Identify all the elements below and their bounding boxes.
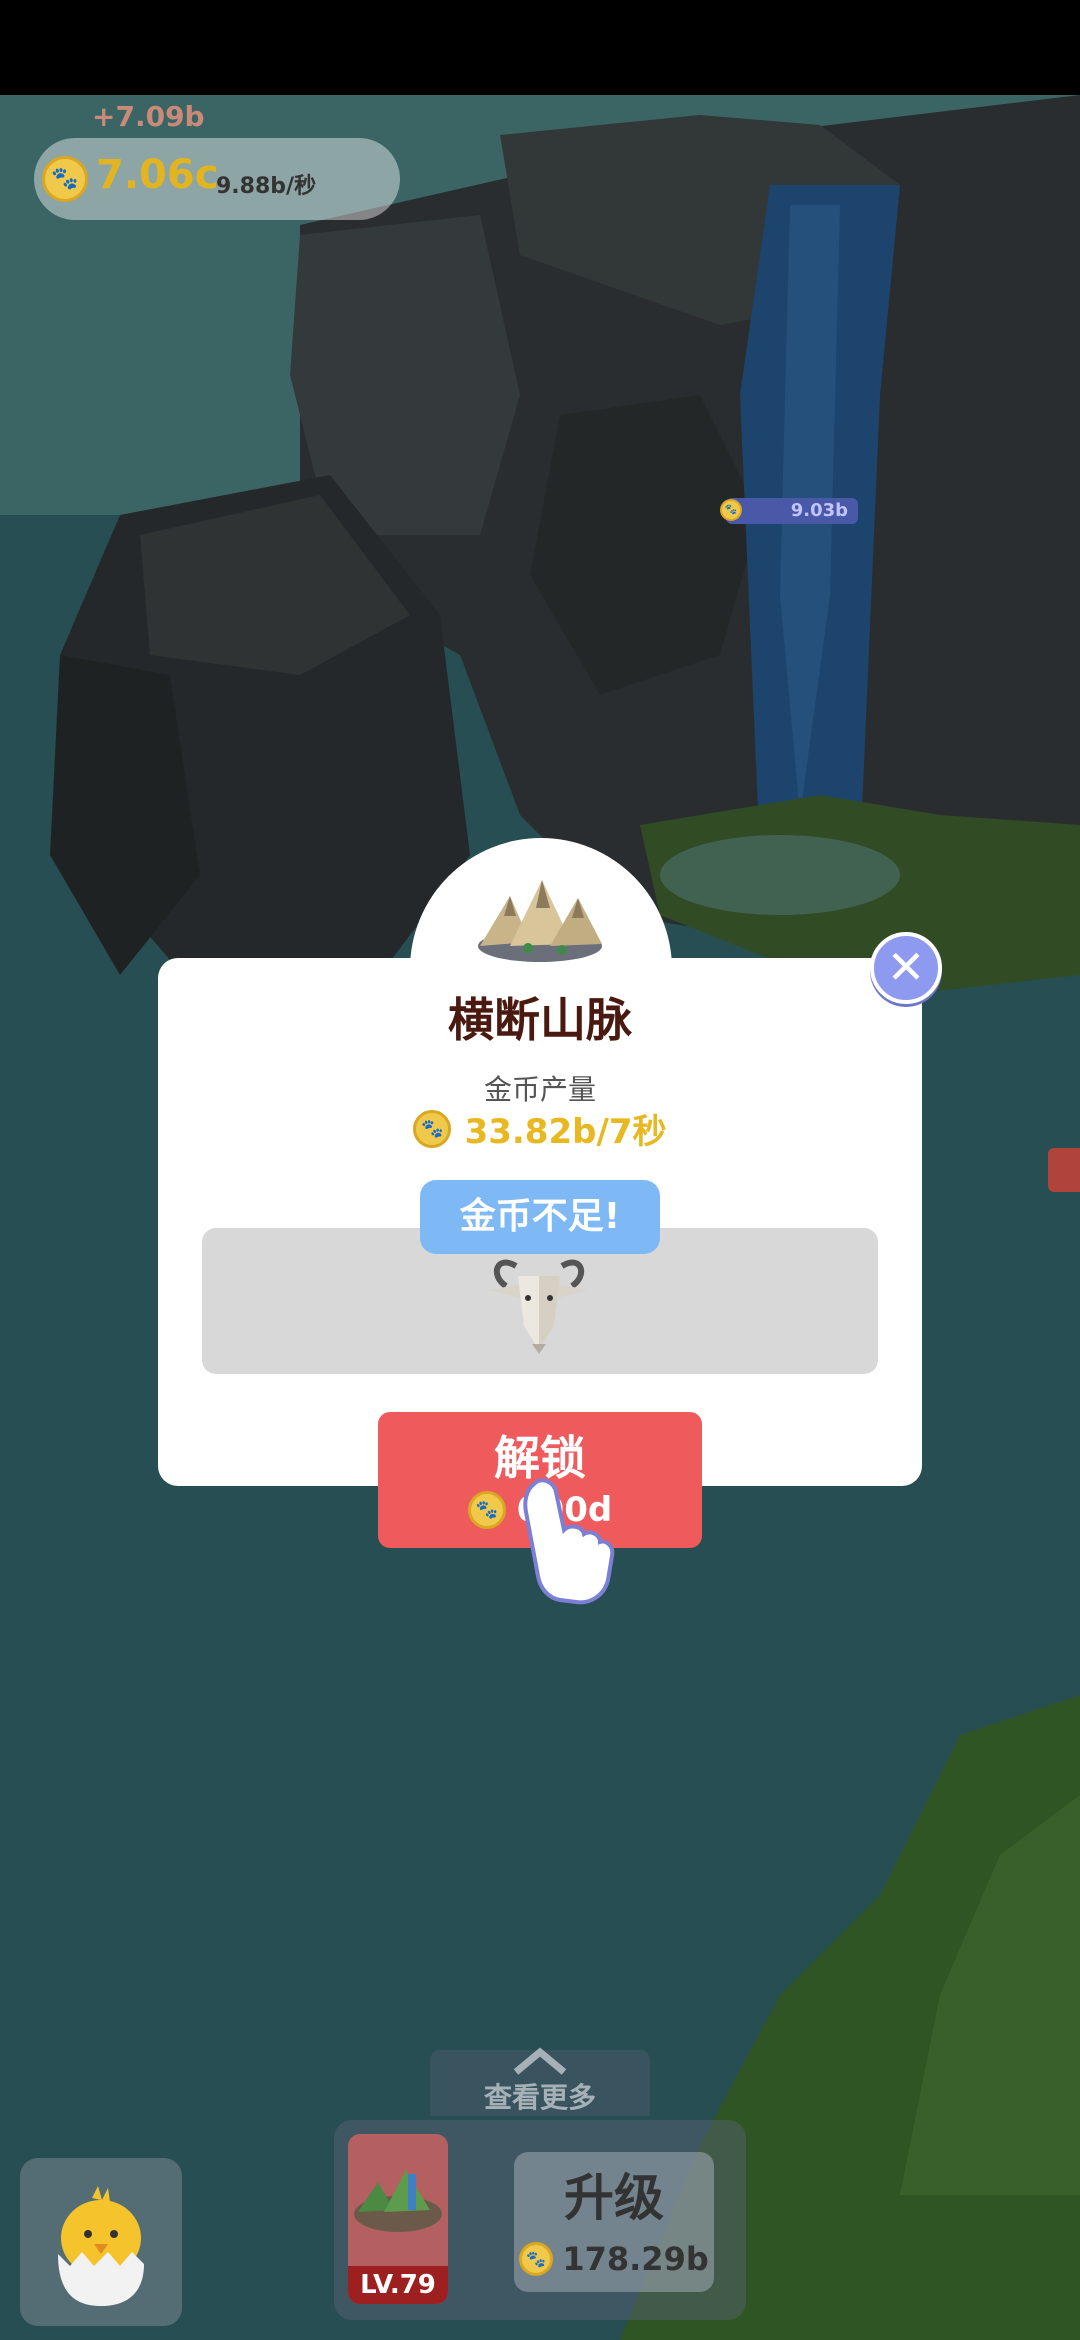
gift-icon[interactable] xyxy=(1048,1148,1080,1192)
waterfall-income-bar: 9.03b xyxy=(720,498,858,524)
chevron-up-icon xyxy=(513,2047,567,2075)
modal-title: 横断山脉 xyxy=(448,993,632,1047)
upgrade-button[interactable]: 升级 178.29b xyxy=(514,2152,714,2292)
see-more-tab[interactable]: 查看更多 xyxy=(430,2047,650,2116)
upgrade-price-row: 178.29b xyxy=(514,2240,714,2278)
coin-icon xyxy=(467,1491,506,1529)
see-more-label: 查看更多 xyxy=(483,2081,596,2114)
upgrade-label: 升级 xyxy=(564,2169,664,2227)
coin-icon xyxy=(42,156,88,202)
coin-balance-pill: 7.06c 9.88b/秒 xyxy=(34,138,400,220)
level-badge: LV.79 xyxy=(348,2266,448,2304)
coin-icon xyxy=(720,499,742,521)
coin-icon xyxy=(413,1109,452,1148)
coin-rate: 9.88b/秒 xyxy=(216,174,317,199)
island-icon xyxy=(354,2170,442,2232)
yield-row: 33.82b/7秒 xyxy=(158,1104,922,1152)
yield-label: 金币产量 xyxy=(483,1073,596,1106)
upgrade-price: 178.29b xyxy=(562,2240,709,2278)
status-bar xyxy=(0,0,1080,95)
insufficient-coins-toast: 金币不足! xyxy=(420,1180,660,1254)
mountain-range-icon xyxy=(478,880,602,962)
coin-total: 7.06c xyxy=(96,152,219,198)
waterfall-income-value: 9.03b xyxy=(790,500,848,521)
pointing-hand-icon xyxy=(523,1478,615,1605)
chick-in-egg-icon xyxy=(58,2186,144,2306)
goat-icon xyxy=(490,1259,588,1354)
income-delta: +7.09b xyxy=(92,100,205,133)
coin-icon xyxy=(519,2242,554,2276)
yield-value: 33.82b/7秒 xyxy=(464,1112,667,1152)
